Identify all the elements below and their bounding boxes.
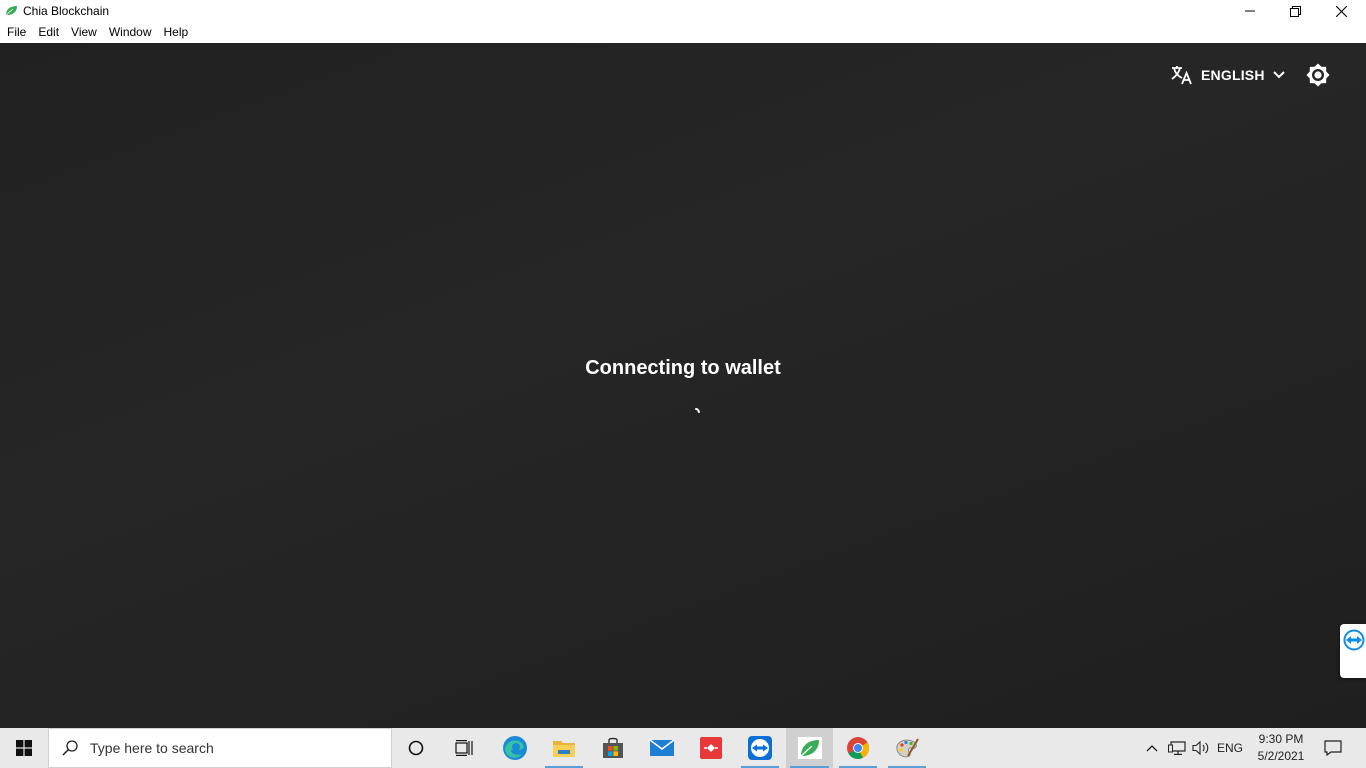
teamviewer-icon [748, 736, 772, 760]
search-placeholder: Type here to search [90, 740, 214, 756]
chia-icon [797, 737, 822, 759]
window-titlebar: Chia Blockchain [0, 0, 1366, 22]
paint-taskbar-button[interactable] [884, 728, 930, 768]
chevron-up-icon [1146, 745, 1158, 752]
windows-logo-icon [16, 740, 32, 756]
clock-time: 9:30 PM [1258, 732, 1304, 746]
speaker-icon [1192, 740, 1209, 756]
git-app-taskbar-button[interactable] [688, 728, 734, 768]
chrome-icon [847, 737, 869, 759]
menu-view[interactable]: View [65, 22, 103, 43]
store-taskbar-button[interactable] [590, 728, 636, 768]
notification-icon [1324, 740, 1342, 756]
edge-icon [503, 736, 527, 760]
mail-taskbar-button[interactable] [639, 728, 685, 768]
start-button[interactable] [0, 728, 48, 768]
window-title: Chia Blockchain [23, 4, 110, 18]
theme-toggle-button[interactable] [1304, 62, 1332, 88]
minimize-button[interactable] [1227, 0, 1273, 22]
chevron-down-icon [1272, 71, 1285, 79]
taskbar-clock[interactable]: 9:30 PM 5/2/2021 [1250, 731, 1312, 765]
menu-bar: File Edit View Window Help [0, 22, 1366, 43]
restore-icon [1289, 5, 1301, 17]
chrome-taskbar-button[interactable] [835, 728, 881, 768]
brightness-icon [1306, 63, 1330, 87]
file-explorer-icon [553, 741, 575, 757]
edge-taskbar-button[interactable] [492, 728, 538, 768]
main-content: ENGLISH Connecting to wallet [0, 43, 1366, 728]
restore-button[interactable] [1272, 0, 1318, 22]
language-label: ENGLISH [1201, 67, 1265, 83]
network-button[interactable] [1165, 728, 1189, 768]
paint-icon [896, 738, 919, 758]
cortana-button[interactable] [393, 728, 439, 768]
teamviewer-side-tab[interactable] [1340, 624, 1366, 678]
network-icon [1168, 741, 1186, 755]
minimize-icon [1245, 10, 1255, 12]
task-view-icon [455, 740, 473, 756]
teamviewer-icon [1343, 629, 1365, 651]
mail-icon [649, 739, 675, 756]
taskbar: Type here to search ENG 9:30 PM 5/2/2021 [0, 728, 1366, 768]
show-hidden-icons-button[interactable] [1142, 728, 1162, 768]
menu-file[interactable]: File [0, 22, 32, 43]
loading-spinner [695, 408, 700, 413]
taskbar-search-box[interactable]: Type here to search [48, 728, 392, 768]
input-language-button[interactable]: ENG [1214, 728, 1246, 768]
translate-icon [1171, 66, 1192, 85]
menu-edit[interactable]: Edit [32, 22, 65, 43]
git-app-icon [700, 737, 722, 759]
chia-taskbar-button[interactable] [786, 728, 833, 768]
menu-window[interactable]: Window [103, 22, 158, 43]
input-language-label: ENG [1216, 741, 1243, 755]
cortana-icon [408, 740, 424, 756]
clock-date: 5/2/2021 [1257, 749, 1305, 763]
menu-help[interactable]: Help [158, 22, 195, 43]
teamviewer-taskbar-button[interactable] [737, 728, 783, 768]
search-icon [62, 740, 78, 756]
task-view-button[interactable] [441, 728, 487, 768]
volume-button[interactable] [1190, 728, 1212, 768]
file-explorer-taskbar-button[interactable] [541, 728, 587, 768]
connection-status: Connecting to wallet [585, 357, 781, 379]
language-selector[interactable]: ENGLISH [1171, 63, 1285, 87]
close-icon [1335, 5, 1347, 17]
action-center-button[interactable] [1318, 728, 1348, 768]
store-icon [603, 737, 623, 758]
close-button[interactable] [1318, 0, 1364, 22]
chia-leaf-icon [5, 6, 17, 16]
